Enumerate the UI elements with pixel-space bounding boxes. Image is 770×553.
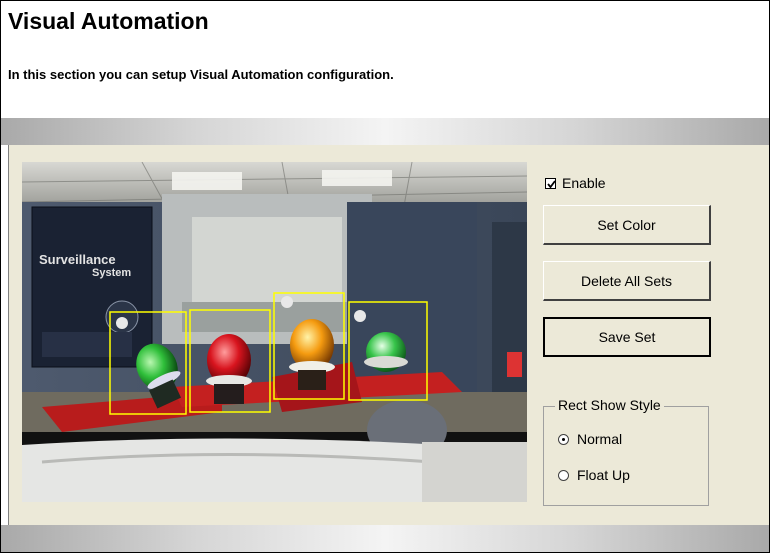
save-set-button[interactable]: Save Set <box>543 317 711 357</box>
footer-divider-bar <box>1 525 769 552</box>
page-title: Visual Automation <box>8 8 209 34</box>
camera-frame-image: Surveillance System <box>22 162 527 502</box>
delete-all-sets-button[interactable]: Delete All Sets <box>543 261 711 301</box>
page-subtitle: In this section you can setup Visual Aut… <box>8 67 394 82</box>
camera-video-view[interactable]: Surveillance System <box>22 162 527 502</box>
enable-checkbox-row[interactable]: Enable <box>545 173 606 193</box>
check-icon <box>547 179 556 188</box>
enable-label: Enable <box>562 175 606 191</box>
radio-float-up-label: Float Up <box>577 467 630 483</box>
radio-normal-row[interactable]: Normal <box>558 429 622 449</box>
set-color-button[interactable]: Set Color <box>543 205 711 245</box>
radio-normal-label: Normal <box>577 431 623 447</box>
radio-float-up-row[interactable]: Float Up <box>558 465 630 485</box>
rect-show-style-title: Rect Show Style <box>555 397 664 413</box>
poster-title-line1: Surveillance <box>39 252 116 267</box>
header-divider-bar <box>1 118 769 145</box>
enable-checkbox[interactable] <box>545 177 556 189</box>
poster-title-line2: System <box>92 267 131 279</box>
radio-float-up[interactable] <box>558 469 569 481</box>
rect-show-style-group <box>543 406 709 506</box>
radio-normal[interactable] <box>558 433 569 445</box>
